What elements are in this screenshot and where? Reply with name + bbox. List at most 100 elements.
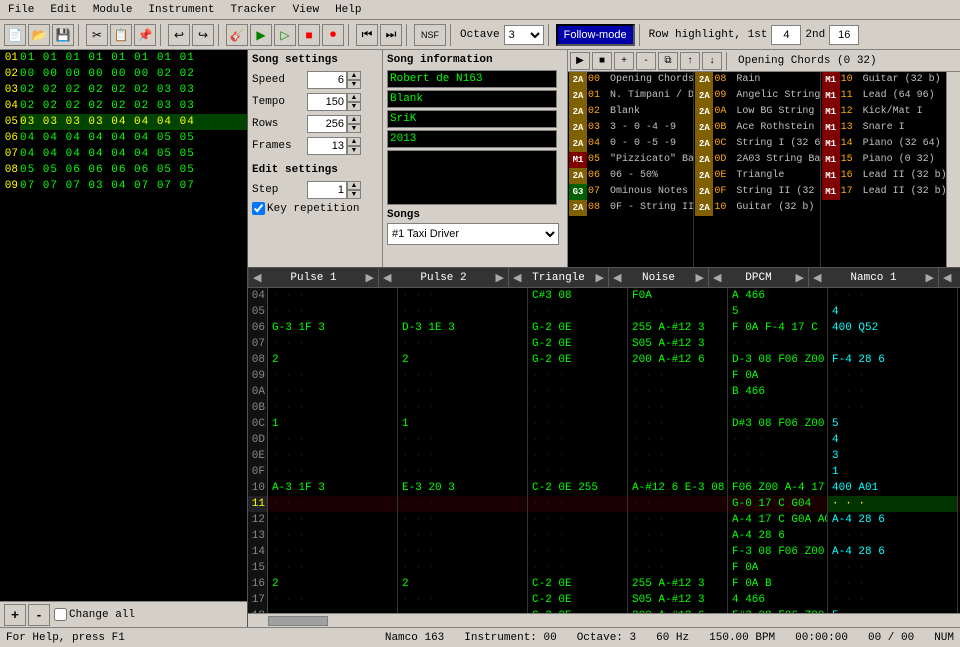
inst-row-item[interactable]: 2A0FString II (32 64) [694, 184, 819, 200]
speed-input[interactable] [307, 71, 347, 89]
track-cell[interactable]: · · · [528, 464, 627, 480]
track-cell[interactable]: · · · [728, 400, 827, 416]
track-cell[interactable]: · · · [828, 384, 957, 400]
track-cell[interactable]: A-4 28 6 [828, 544, 957, 560]
track-cell[interactable]: C-2 0E [528, 592, 627, 608]
track-cell[interactable]: 4 [828, 432, 957, 448]
track-cell[interactable]: 2 [268, 352, 397, 368]
track-cell[interactable]: E-3 20 3 [398, 480, 527, 496]
track-cell[interactable]: D#3 08 F06 Z00 [728, 416, 827, 432]
col-left-arrow[interactable]: ◀ [713, 271, 721, 285]
col-left-arrow[interactable]: ◀ [613, 271, 621, 285]
menu-edit[interactable]: Edit [42, 2, 84, 18]
col-right-arrow[interactable]: ▶ [796, 271, 804, 285]
pattern-row[interactable]: 03 02 02 02 02 02 02 03 03 [0, 82, 247, 98]
inst-row-item[interactable]: M111Lead (64 96) [821, 88, 946, 104]
track-cell[interactable]: · · · [268, 544, 397, 560]
inst-row-item[interactable]: M112Kick/Mat I [821, 104, 946, 120]
tb-paste[interactable]: 📌 [134, 24, 156, 46]
track-cell[interactable]: · · · [528, 416, 627, 432]
track-cell[interactable]: · · · [528, 448, 627, 464]
track-cell[interactable]: · · · [398, 368, 527, 384]
track-cell[interactable]: · · · [528, 432, 627, 448]
col-right-arrow[interactable]: ▶ [366, 271, 374, 285]
track-cell[interactable]: F 0A [728, 368, 827, 384]
track-cell[interactable]: 2 [398, 352, 527, 368]
inst-row-item[interactable]: 2A00Opening Chords (0 32) [568, 72, 693, 88]
track-cell[interactable]: · · · [268, 432, 397, 448]
rows-input[interactable] [307, 115, 347, 133]
inst-stop-btn[interactable]: ■ [592, 52, 612, 70]
track-cell[interactable]: · · · [628, 416, 727, 432]
track-cell[interactable]: · · · [528, 384, 627, 400]
track-cell[interactable]: · · · [628, 432, 727, 448]
track-cell[interactable]: · · · [528, 496, 627, 512]
track-cell[interactable]: F-3 08 F06 Z00 [728, 544, 827, 560]
col-right-arrow[interactable]: ▶ [696, 271, 704, 285]
pattern-row[interactable]: 05 03 03 03 03 04 04 04 04 [0, 114, 247, 130]
track-cell[interactable]: F 0A [728, 560, 827, 576]
track-cell[interactable]: 5 [728, 304, 827, 320]
track-cell[interactable]: · · · [398, 432, 527, 448]
track-cell[interactable]: · · · [398, 448, 527, 464]
pattern-row[interactable]: 04 02 02 02 02 02 02 03 03 [0, 98, 247, 114]
menu-tracker[interactable]: Tracker [222, 2, 284, 18]
track-cell[interactable]: A-4 17 C G0A A00 [728, 512, 827, 528]
track-cell[interactable]: 1 [828, 464, 957, 480]
track-cell[interactable]: · · · [828, 560, 957, 576]
inst-row-item[interactable]: 2A0ALow BG String [694, 104, 819, 120]
speed-up-btn[interactable]: ▲ [347, 71, 361, 80]
track-cell[interactable]: · · · [528, 560, 627, 576]
track-cell[interactable]: · · · [268, 512, 397, 528]
inst-play-btn[interactable]: ▶ [570, 52, 590, 70]
tb-stop[interactable]: ■ [298, 24, 320, 46]
menu-view[interactable]: View [285, 2, 327, 18]
track-cell[interactable]: 2 [398, 576, 527, 592]
tempo-down-btn[interactable]: ▼ [347, 102, 361, 111]
track-cell[interactable]: · · · [268, 496, 397, 512]
inst-row-item[interactable]: 2A0ETriangle [694, 168, 819, 184]
add-pattern-btn[interactable]: + [4, 604, 26, 626]
track-cell[interactable]: 3 [828, 448, 957, 464]
change-all-label[interactable]: Change all [54, 608, 135, 621]
inst-row-item[interactable]: 2A01N. Timpani / DPCM [568, 88, 693, 104]
inst-clone-btn[interactable]: ⧉ [658, 52, 678, 70]
inst-row-item[interactable]: 2A040 - 0 -5 -9 [568, 136, 693, 152]
track-cell[interactable]: · · · [828, 400, 957, 416]
track-cell[interactable]: · · · [398, 384, 527, 400]
track-cell[interactable]: · · · [528, 400, 627, 416]
pattern-row[interactable]: 07 04 04 04 04 04 04 05 05 [0, 146, 247, 162]
inst-row-item[interactable]: 2A02Blank [568, 104, 693, 120]
track-cell[interactable]: · · · [268, 528, 397, 544]
track-cell[interactable]: · · · [728, 432, 827, 448]
pattern-row[interactable]: 02 00 00 00 00 00 00 02 02 [0, 66, 247, 82]
tb-next[interactable]: ⏭ [380, 24, 402, 46]
track-cell[interactable]: · · · [528, 368, 627, 384]
track-cell[interactable]: · · · [628, 496, 727, 512]
track-cell[interactable]: · · · [528, 544, 627, 560]
track-cell[interactable]: · · · [398, 464, 527, 480]
tb-record[interactable]: ⏺ [322, 24, 344, 46]
col-right-arrow[interactable]: ▶ [496, 271, 504, 285]
track-cell[interactable]: · · · [268, 448, 397, 464]
rows-up-btn[interactable]: ▲ [347, 115, 361, 124]
track-cell[interactable]: · · · [398, 560, 527, 576]
track-cell[interactable]: A-3 1F 3 [268, 480, 397, 496]
track-cell[interactable]: D-3 08 F06 Z00 [728, 352, 827, 368]
track-cell[interactable]: · · · [728, 336, 827, 352]
track-cell[interactable]: · · · [628, 384, 727, 400]
frames-down-btn[interactable]: ▼ [347, 146, 361, 155]
change-all-checkbox[interactable] [54, 608, 67, 621]
track-cell[interactable]: G-2 0E [528, 320, 627, 336]
songs-select[interactable]: #1 Taxi Driver [387, 223, 559, 245]
pattern-row[interactable]: 09 07 07 07 03 04 07 07 07 [0, 178, 247, 194]
step-up-btn[interactable]: ▲ [347, 181, 361, 190]
col-left-arrow[interactable]: ◀ [813, 271, 821, 285]
track-cell[interactable]: 200 A-#12 6 [628, 352, 727, 368]
track-cell[interactable]: · · · [828, 496, 957, 512]
track-cell[interactable]: · · · [628, 464, 727, 480]
track-cell[interactable]: C-2 0E [528, 576, 627, 592]
col-left-arrow[interactable]: ◀ [943, 271, 951, 285]
track-cell[interactable]: G-2 0E [528, 352, 627, 368]
track-cell[interactable]: 2 [268, 576, 397, 592]
